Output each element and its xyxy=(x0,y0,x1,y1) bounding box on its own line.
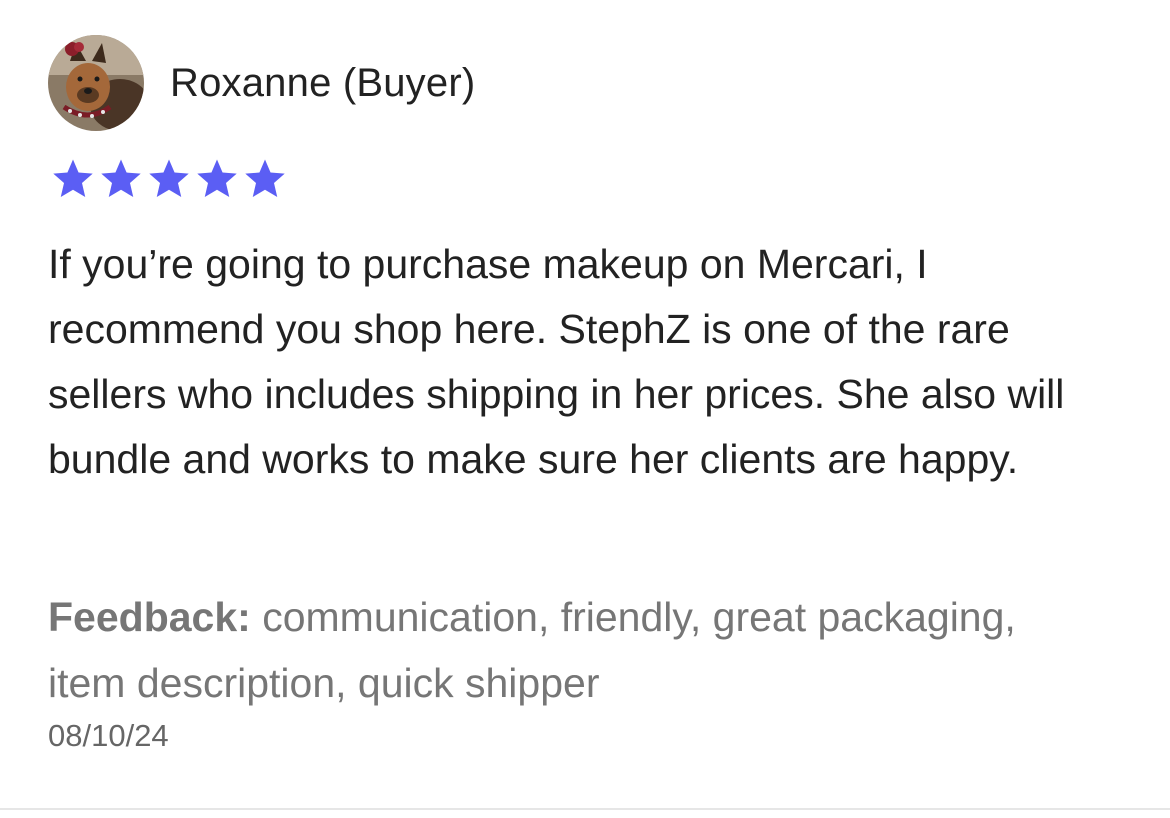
feedback-section: Feedback: communication, friendly, great… xyxy=(48,584,1048,716)
star-icon xyxy=(50,158,96,202)
star-icon xyxy=(146,158,192,202)
star-icon xyxy=(98,158,144,202)
avatar[interactable] xyxy=(48,35,144,131)
star-icon xyxy=(194,158,240,202)
reviewer-name[interactable]: Roxanne (Buyer) xyxy=(170,61,475,106)
feedback-label: Feedback: xyxy=(48,594,251,640)
star-icon xyxy=(242,158,288,202)
review-text: If you’re going to purchase makeup on Me… xyxy=(48,241,1065,482)
star-rating xyxy=(50,158,288,202)
review-header: Roxanne (Buyer) xyxy=(48,35,475,131)
dog-photo-icon xyxy=(48,35,144,131)
review-card: Roxanne (Buyer) If you’re going to purch… xyxy=(0,0,1170,810)
review-date: 08/10/24 xyxy=(48,718,169,753)
